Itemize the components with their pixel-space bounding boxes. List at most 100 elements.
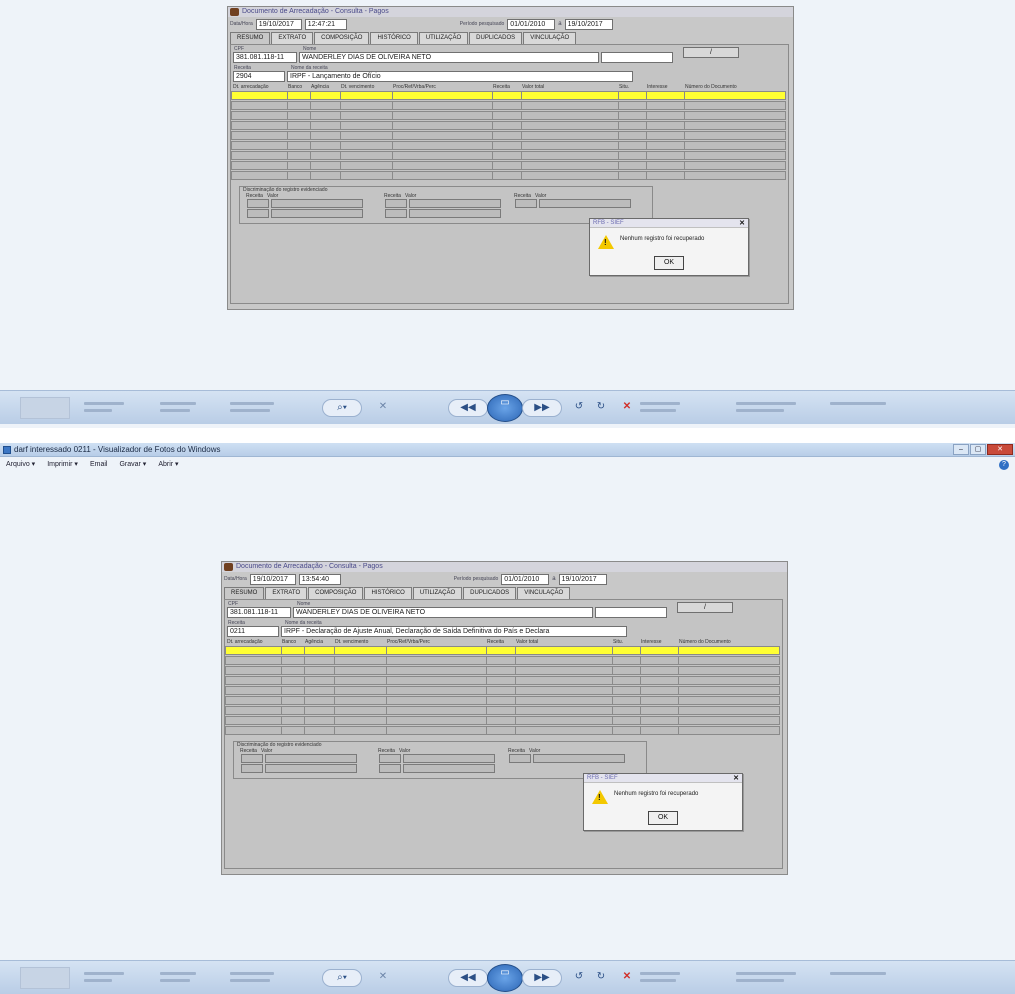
- menu-gravar[interactable]: Gravar ▾: [119, 458, 146, 472]
- disc-valor-field[interactable]: [265, 764, 357, 773]
- slideshow-button[interactable]: ▭: [487, 964, 523, 992]
- disc-receita-field[interactable]: [515, 199, 537, 208]
- period-to-field[interactable]: 19/10/2017: [558, 573, 607, 585]
- dialog-close-icon[interactable]: ✕: [739, 219, 745, 228]
- tab-extrato[interactable]: EXTRATO: [271, 32, 314, 44]
- table-row[interactable]: [225, 706, 780, 715]
- nome-field[interactable]: WANDERLEY DIAS DE OLIVEIRA NETO: [299, 52, 599, 63]
- menu-arquivo[interactable]: Arquivo ▾: [6, 458, 35, 472]
- rotate-ccw-icon[interactable]: ↺: [570, 399, 588, 417]
- tab-extrato[interactable]: EXTRATO: [265, 587, 308, 599]
- slash-field[interactable]: /: [677, 602, 733, 613]
- table-row[interactable]: [231, 161, 786, 170]
- slideshow-button[interactable]: ▭: [487, 394, 523, 422]
- disc-valor-field[interactable]: [539, 199, 631, 208]
- disc-valor-field[interactable]: [409, 209, 501, 218]
- table-row[interactable]: [225, 716, 780, 725]
- blank-field[interactable]: [601, 52, 673, 63]
- date-field[interactable]: 19/10/2017: [249, 573, 296, 585]
- table-row[interactable]: [225, 696, 780, 705]
- next-button[interactable]: ▶▶: [522, 969, 562, 987]
- slash-field[interactable]: /: [683, 47, 739, 58]
- table-row[interactable]: [231, 111, 786, 120]
- disc-receita-field[interactable]: [247, 199, 269, 208]
- maximize-button[interactable]: ▢: [970, 444, 986, 455]
- delete-icon[interactable]: ✕: [618, 969, 636, 987]
- tab-historico[interactable]: HISTÓRICO: [364, 587, 412, 599]
- blank-field[interactable]: [595, 607, 667, 618]
- nome-receita-field[interactable]: IRPF - Declaração de Ajuste Anual, Decla…: [281, 626, 627, 637]
- receita-field[interactable]: 0211: [227, 626, 279, 637]
- next-button[interactable]: ▶▶: [522, 399, 562, 417]
- minimize-button[interactable]: –: [953, 444, 969, 455]
- fit-window-icon[interactable]: ✕: [372, 969, 394, 987]
- disc-valor-field[interactable]: [271, 199, 363, 208]
- rotate-cw-icon[interactable]: ↻: [592, 399, 610, 417]
- disc-receita-field[interactable]: [241, 754, 263, 763]
- table-row[interactable]: [225, 676, 780, 685]
- table-row[interactable]: [231, 141, 786, 150]
- disc-valor-field[interactable]: [265, 754, 357, 763]
- zoom-control[interactable]: ⌕▾: [322, 969, 362, 987]
- table-row[interactable]: [225, 656, 780, 665]
- rotate-cw-icon[interactable]: ↻: [592, 969, 610, 987]
- menu-abrir[interactable]: Abrir ▾: [158, 458, 178, 472]
- period-from-field[interactable]: 01/01/2010: [507, 18, 556, 30]
- disc-receita-field[interactable]: [385, 199, 407, 208]
- delete-icon[interactable]: ✕: [618, 399, 636, 417]
- disc-receita-field[interactable]: [241, 764, 263, 773]
- period-from-field[interactable]: 01/01/2010: [501, 573, 550, 585]
- tab-vinculacao[interactable]: VINCULAÇÃO: [517, 587, 571, 599]
- tab-vinculacao[interactable]: VINCULAÇÃO: [523, 32, 577, 44]
- disc-valor-field[interactable]: [533, 754, 625, 763]
- table-row[interactable]: [225, 686, 780, 695]
- ok-button[interactable]: OK: [654, 256, 684, 270]
- time-field[interactable]: 12:47:21: [304, 18, 347, 30]
- table-row[interactable]: [225, 666, 780, 675]
- fit-window-icon[interactable]: ✕: [372, 399, 394, 417]
- tab-duplicados[interactable]: DUPLICADOS: [469, 32, 523, 44]
- date-field[interactable]: 19/10/2017: [255, 18, 302, 30]
- table-row[interactable]: [231, 151, 786, 160]
- tab-utilizacao[interactable]: UTILIZAÇÃO: [418, 32, 469, 44]
- previous-button[interactable]: ◀◀: [448, 969, 488, 987]
- table-row[interactable]: [231, 131, 786, 140]
- table-row[interactable]: [231, 121, 786, 130]
- disc-receita-field[interactable]: [247, 209, 269, 218]
- disc-valor-field[interactable]: [403, 764, 495, 773]
- receita-field[interactable]: 2904: [233, 71, 285, 82]
- tab-composicao[interactable]: COMPOSIÇÃO: [308, 587, 364, 599]
- disc-valor-field[interactable]: [409, 199, 501, 208]
- tab-duplicados[interactable]: DUPLICADOS: [463, 587, 517, 599]
- cpf-field[interactable]: 381.081.118-11: [227, 607, 291, 618]
- disc-receita-field[interactable]: [379, 754, 401, 763]
- menu-email[interactable]: Email: [90, 458, 108, 472]
- dialog-close-icon[interactable]: ✕: [733, 774, 739, 783]
- time-field[interactable]: 13:54:40: [298, 573, 341, 585]
- table-row[interactable]: [225, 646, 780, 655]
- table-row[interactable]: [231, 101, 786, 110]
- ok-button[interactable]: OK: [648, 811, 678, 825]
- cpf-field[interactable]: 381.081.118-11: [233, 52, 297, 63]
- period-to-field[interactable]: 19/10/2017: [564, 18, 613, 30]
- tab-composicao[interactable]: COMPOSIÇÃO: [314, 32, 370, 44]
- disc-valor-field[interactable]: [403, 754, 495, 763]
- nome-field[interactable]: WANDERLEY DIAS DE OLIVEIRA NETO: [293, 607, 593, 618]
- table-row[interactable]: [231, 91, 786, 100]
- rotate-ccw-icon[interactable]: ↺: [570, 969, 588, 987]
- tab-historico[interactable]: HISTÓRICO: [370, 32, 418, 44]
- disc-receita-field[interactable]: [509, 754, 531, 763]
- disc-receita-field[interactable]: [379, 764, 401, 773]
- disc-receita-field[interactable]: [385, 209, 407, 218]
- help-icon[interactable]: ?: [999, 460, 1009, 470]
- close-button[interactable]: ✕: [987, 444, 1013, 455]
- nome-receita-field[interactable]: IRPF - Lançamento de Ofício: [287, 71, 633, 82]
- disc-valor-field[interactable]: [271, 209, 363, 218]
- table-row[interactable]: [225, 726, 780, 735]
- zoom-control[interactable]: ⌕▾: [322, 399, 362, 417]
- previous-button[interactable]: ◀◀: [448, 399, 488, 417]
- tab-resumo[interactable]: RESUMO: [224, 587, 265, 599]
- menu-imprimir[interactable]: Imprimir ▾: [47, 458, 78, 472]
- tab-utilizacao[interactable]: UTILIZAÇÃO: [412, 587, 463, 599]
- table-row[interactable]: [231, 171, 786, 180]
